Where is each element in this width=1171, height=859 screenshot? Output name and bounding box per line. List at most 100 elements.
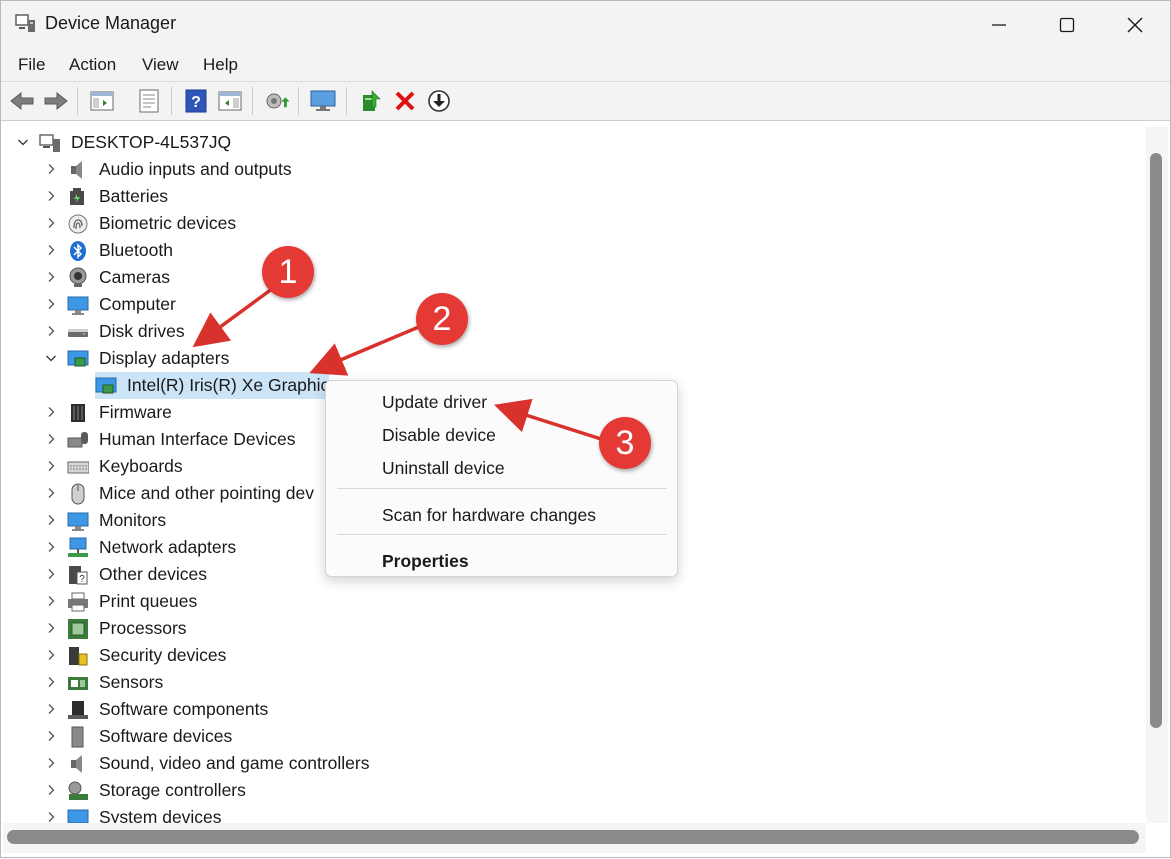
chevron-down-icon[interactable]	[45, 352, 57, 364]
firmware-chip-icon	[71, 404, 85, 422]
forward-icon	[44, 91, 68, 111]
menu-separator	[337, 534, 667, 535]
hid-icon	[67, 432, 88, 448]
show-hide-console-tree-button[interactable]	[89, 88, 115, 114]
properties-button[interactable]	[136, 88, 162, 114]
chevron-right-icon[interactable]	[45, 190, 57, 202]
title-bar: Device Manager	[1, 1, 1170, 49]
menu-item-update-driver[interactable]: Update driver	[382, 392, 487, 413]
forward-button[interactable]	[43, 88, 69, 114]
selected-device-label: Intel(R) Iris(R) Xe Graphics	[127, 375, 339, 395]
category-label: Software devices	[99, 726, 233, 746]
chevron-right-icon[interactable]	[45, 730, 57, 742]
chevron-down-icon[interactable]	[17, 136, 29, 148]
chevron-right-icon[interactable]	[45, 568, 57, 580]
vertical-scrollbar-thumb[interactable]	[1150, 153, 1162, 728]
tree-item-computer[interactable]: Computer	[7, 291, 1007, 318]
chevron-right-icon[interactable]	[45, 325, 57, 337]
tree-item-storage-controllers[interactable]: Storage controllers	[7, 777, 1007, 804]
menu-view[interactable]: View	[142, 55, 179, 75]
menu-separator	[337, 488, 667, 489]
battery-icon	[70, 188, 84, 205]
chevron-right-icon[interactable]	[45, 649, 57, 661]
chevron-right-icon[interactable]	[45, 271, 57, 283]
chevron-right-icon[interactable]	[45, 811, 57, 823]
chevron-right-icon[interactable]	[45, 622, 57, 634]
menu-item-disable-device[interactable]: Disable device	[382, 425, 496, 446]
computer-icon	[39, 134, 60, 152]
menu-help[interactable]: Help	[203, 55, 238, 75]
menu-file[interactable]: File	[18, 55, 45, 75]
context-menu: Update driver Disable device Uninstall d…	[325, 380, 678, 577]
fingerprint-icon	[68, 214, 88, 234]
update-driver-icon	[363, 90, 381, 111]
storage-controller-icon	[68, 781, 88, 800]
tree-item-system-devices[interactable]: System devices	[7, 804, 1007, 823]
tree-item-software-components[interactable]: Software components	[7, 696, 1007, 723]
tree-item-disk-drives[interactable]: Disk drives	[7, 318, 1007, 345]
back-button[interactable]	[9, 88, 35, 114]
menu-item-scan-hardware[interactable]: Scan for hardware changes	[382, 505, 596, 526]
toolbar: ?	[1, 82, 1170, 121]
chevron-right-icon[interactable]	[45, 406, 57, 418]
tree-item-batteries[interactable]: Batteries	[7, 183, 1007, 210]
maximize-button[interactable]	[1032, 1, 1102, 49]
printer-icon	[68, 592, 88, 612]
close-button[interactable]	[1100, 1, 1170, 49]
chevron-right-icon[interactable]	[45, 163, 57, 175]
category-label: Mice and other pointing dev	[99, 483, 314, 503]
chevron-right-icon[interactable]	[45, 244, 57, 256]
update-driver-button[interactable]	[359, 88, 385, 114]
horizontal-scrollbar-thumb[interactable]	[7, 830, 1139, 844]
chevron-right-icon[interactable]	[45, 784, 57, 796]
tree-item-bluetooth[interactable]: Bluetooth	[7, 237, 1007, 264]
computer-monitor-button[interactable]	[310, 88, 336, 114]
action-pane-button[interactable]	[217, 88, 243, 114]
tree-item-cameras[interactable]: Cameras	[7, 264, 1007, 291]
tree-item-sound[interactable]: Sound, video and game controllers	[7, 750, 1007, 777]
chevron-right-icon[interactable]	[45, 298, 57, 310]
tree-item-software-devices[interactable]: Software devices	[7, 723, 1007, 750]
tree-item-display-adapters[interactable]: Display adapters	[7, 345, 1007, 372]
menu-item-properties[interactable]: Properties	[382, 551, 469, 572]
download-button[interactable]	[426, 88, 452, 114]
chevron-right-icon[interactable]	[45, 703, 57, 715]
tree-item-audio[interactable]: Audio inputs and outputs	[7, 156, 1007, 183]
tree-item-print-queues[interactable]: Print queues	[7, 588, 1007, 615]
menu-bar: File Action View Help	[1, 49, 1170, 82]
category-label: Human Interface Devices	[99, 429, 296, 449]
bluetooth-icon	[70, 241, 86, 261]
category-label: Display adapters	[99, 348, 230, 368]
monitor-icon	[67, 512, 89, 531]
scan-hardware-button[interactable]	[263, 88, 289, 114]
chevron-right-icon[interactable]	[45, 460, 57, 472]
system-device-icon	[67, 809, 89, 823]
chevron-right-icon[interactable]	[45, 433, 57, 445]
chevron-right-icon[interactable]	[45, 757, 57, 769]
annotation-badge-2: 2	[416, 293, 468, 345]
chevron-right-icon[interactable]	[45, 676, 57, 688]
tree-item-security-devices[interactable]: Security devices	[7, 642, 1007, 669]
menu-item-uninstall-device[interactable]: Uninstall device	[382, 458, 505, 479]
menu-action[interactable]: Action	[69, 55, 116, 75]
tree-root[interactable]: DESKTOP-4L537JQ	[7, 129, 1007, 156]
uninstall-button[interactable]	[392, 88, 418, 114]
category-label: Cameras	[99, 267, 170, 287]
help-button[interactable]: ?	[183, 88, 209, 114]
back-icon	[10, 91, 34, 111]
network-adapter-icon	[68, 537, 88, 557]
chevron-right-icon[interactable]	[45, 541, 57, 553]
tree-item-biometric[interactable]: Biometric devices	[7, 210, 1007, 237]
disk-drive-icon	[68, 329, 88, 337]
tree-item-processors[interactable]: Processors	[7, 615, 1007, 642]
category-label: Other devices	[99, 564, 207, 584]
chevron-right-icon[interactable]	[45, 514, 57, 526]
computer-monitor-icon	[310, 90, 336, 111]
tree-item-sensors[interactable]: Sensors	[7, 669, 1007, 696]
chevron-right-icon[interactable]	[45, 595, 57, 607]
minimize-icon	[992, 24, 1006, 26]
chevron-right-icon[interactable]	[45, 217, 57, 229]
chevron-right-icon[interactable]	[45, 487, 57, 499]
category-label: Firmware	[99, 402, 172, 422]
minimize-button[interactable]	[964, 1, 1034, 49]
